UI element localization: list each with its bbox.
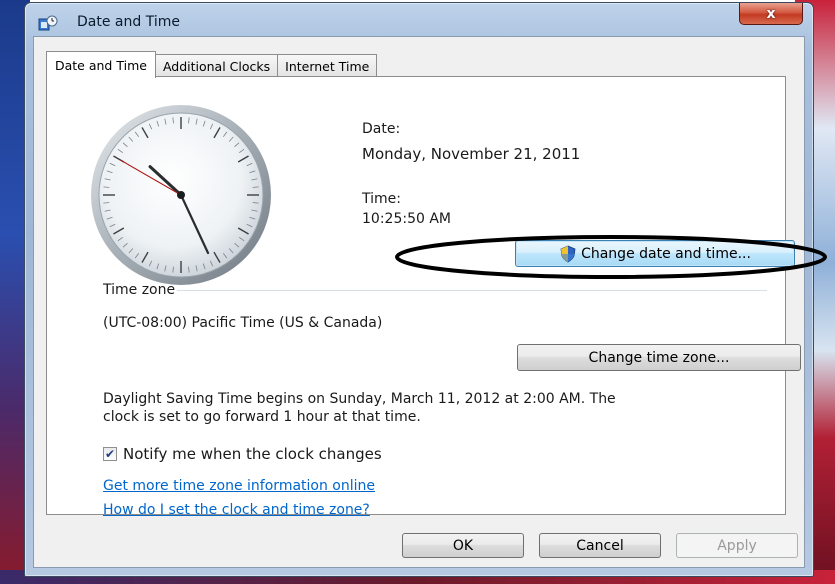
time-zone-value: (UTC-08:00) Pacific Time (US & Canada) bbox=[103, 315, 383, 331]
apply-button[interactable]: Apply bbox=[676, 533, 798, 558]
date-label: Date: bbox=[362, 121, 401, 137]
date-time-icon bbox=[38, 15, 58, 31]
tab-date-and-time[interactable]: Date and Time bbox=[46, 51, 156, 78]
time-zone-label: Time zone bbox=[103, 282, 176, 298]
uac-shield-icon bbox=[560, 245, 576, 262]
time-label: Time: bbox=[362, 191, 401, 207]
window-title: Date and Time bbox=[77, 14, 180, 30]
tab-internet-time[interactable]: Internet Time bbox=[277, 54, 378, 77]
time-zone-divider bbox=[177, 290, 767, 291]
date-value: Monday, November 21, 2011 bbox=[362, 145, 581, 163]
more-time-zone-info-link[interactable]: Get more time zone information online bbox=[103, 478, 375, 494]
time-value: 10:25:50 AM bbox=[362, 211, 451, 227]
client-area: Date and Time Additional Clocks Internet… bbox=[33, 36, 805, 568]
analog-clock bbox=[91, 105, 271, 285]
tab-strip: Date and Time Additional Clocks Internet… bbox=[46, 51, 378, 78]
change-date-time-button[interactable]: Change date and time... bbox=[515, 240, 795, 267]
tab-panel: Date: Monday, November 21, 2011 Time: 10… bbox=[46, 76, 801, 518]
date-time-dialog: Date and Time x Date and Time Additional… bbox=[24, 2, 814, 577]
notify-label[interactable]: Notify me when the clock changes bbox=[123, 445, 382, 463]
title-bar[interactable]: Date and Time x bbox=[25, 3, 813, 37]
change-time-zone-button[interactable]: Change time zone... bbox=[517, 344, 801, 371]
tab-additional-clocks[interactable]: Additional Clocks bbox=[154, 54, 279, 77]
change-date-time-label: Change date and time... bbox=[581, 245, 751, 262]
close-button[interactable]: x bbox=[739, 3, 803, 25]
dst-info-line-2: clock is set to go forward 1 hour at tha… bbox=[103, 409, 421, 425]
ok-button[interactable]: OK bbox=[402, 533, 524, 558]
how-to-set-clock-link[interactable]: How do I set the clock and time zone? bbox=[103, 502, 370, 518]
cancel-button[interactable]: Cancel bbox=[539, 533, 661, 558]
notify-checkbox[interactable]: ✔ bbox=[103, 447, 117, 461]
dst-info-line-1: Daylight Saving Time begins on Sunday, M… bbox=[103, 391, 616, 407]
